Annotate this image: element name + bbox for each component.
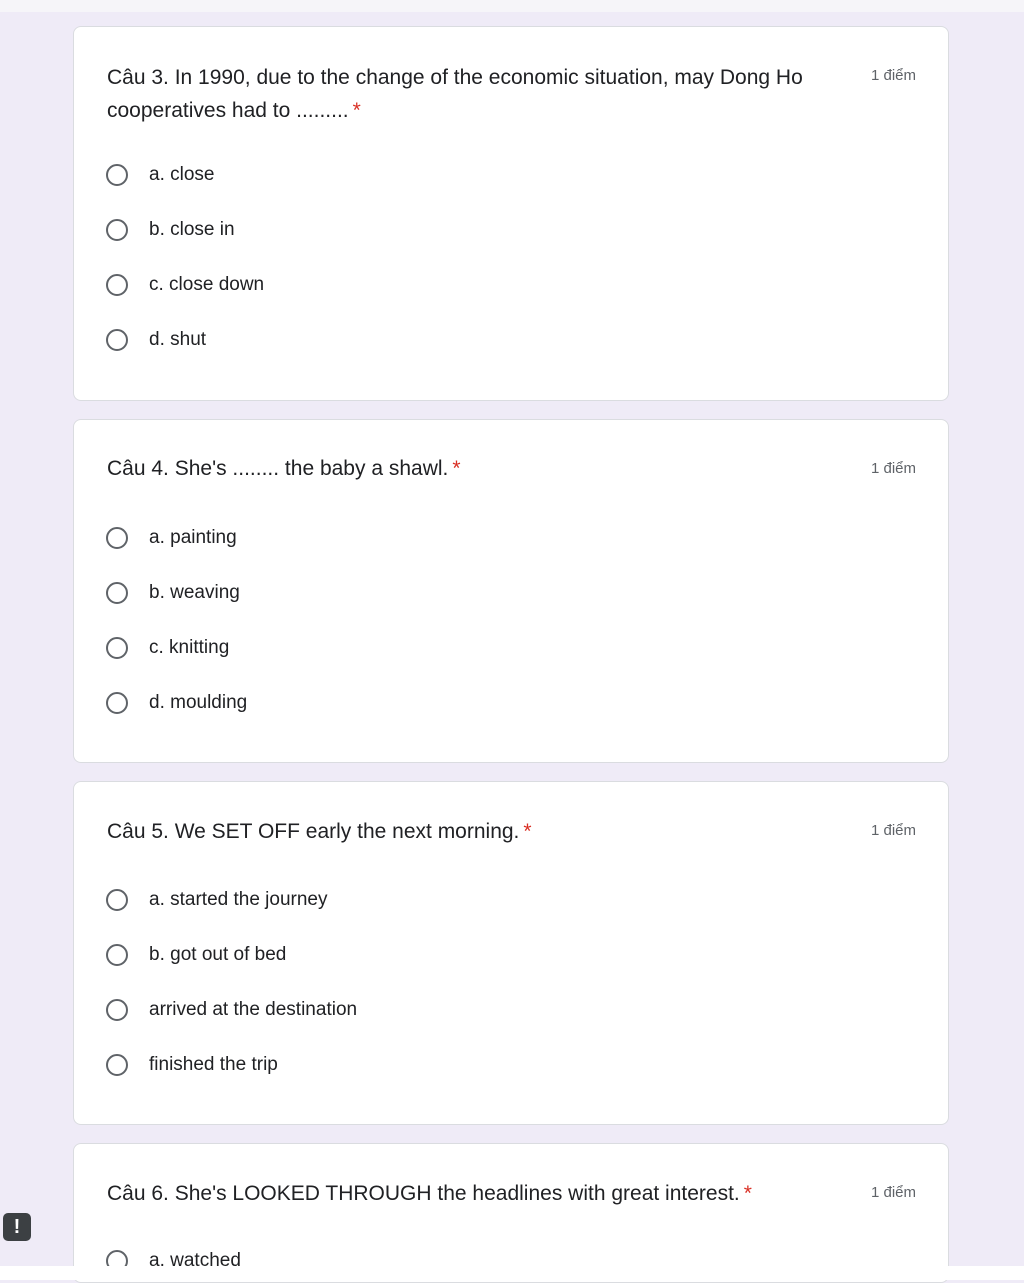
bottom-strip <box>0 1266 1024 1280</box>
option-label: c. knitting <box>149 637 230 658</box>
radio-circle-icon[interactable] <box>106 329 128 351</box>
option-radio[interactable]: a. close <box>106 160 214 190</box>
question-text: Câu 6. She's LOOKED THROUGH the headline… <box>107 1182 740 1205</box>
option-radio[interactable]: d. moulding <box>106 688 247 718</box>
radio-circle-icon[interactable] <box>106 274 128 296</box>
option-label: a. close <box>149 164 215 185</box>
exclamation-icon[interactable]: ! <box>3 1213 31 1241</box>
option-radio[interactable]: c. close down <box>106 270 264 300</box>
top-strip <box>0 0 1024 12</box>
required-asterisk: * <box>743 1182 752 1205</box>
points-label: 1 điểm <box>870 67 916 84</box>
points-label: 1 điểm <box>870 460 916 477</box>
required-asterisk: * <box>452 457 461 480</box>
radio-circle-icon[interactable] <box>106 889 128 911</box>
question-card-3: Câu 3. In 1990, due to the change of the… <box>73 26 949 401</box>
question-title: Câu 6. She's LOOKED THROUGH the headline… <box>107 1177 852 1210</box>
option-label: a. started the journey <box>149 889 328 910</box>
option-label: b. got out of bed <box>149 944 287 965</box>
option-label: c. close down <box>149 274 265 295</box>
question-title: Câu 3. In 1990, due to the change of the… <box>107 61 852 127</box>
question-card-5: Câu 5. We SET OFF early the next morning… <box>73 781 949 1125</box>
option-radio[interactable]: a. started the journey <box>106 885 328 915</box>
option-radio[interactable]: b. close in <box>106 215 235 245</box>
question-text: Câu 5. We SET OFF early the next morning… <box>107 820 520 843</box>
points-label: 1 điểm <box>870 1184 916 1201</box>
radio-circle-icon[interactable] <box>106 637 128 659</box>
radio-circle-icon[interactable] <box>106 582 128 604</box>
option-label: d. shut <box>149 329 207 350</box>
option-radio[interactable]: finished the trip <box>106 1050 278 1080</box>
radio-circle-icon[interactable] <box>106 164 128 186</box>
question-title: Câu 4. She's ........ the baby a shawl. * <box>107 452 852 485</box>
question-card-4: Câu 4. She's ........ the baby a shawl. *… <box>73 419 949 763</box>
option-radio[interactable]: c. knitting <box>106 633 229 663</box>
radio-circle-icon[interactable] <box>106 944 128 966</box>
required-asterisk: * <box>523 820 532 843</box>
option-label: arrived at the destination <box>149 999 358 1020</box>
question-card-6: Câu 6. She's LOOKED THROUGH the headline… <box>73 1143 949 1283</box>
option-label: b. close in <box>149 219 235 240</box>
option-label: b. weaving <box>149 582 240 603</box>
radio-circle-icon[interactable] <box>106 999 128 1021</box>
option-label: finished the trip <box>149 1054 278 1075</box>
radio-circle-icon[interactable] <box>106 1054 128 1076</box>
option-label: d. moulding <box>149 692 248 713</box>
radio-circle-icon[interactable] <box>106 692 128 714</box>
option-radio[interactable]: a. painting <box>106 523 237 553</box>
required-asterisk: * <box>352 99 361 122</box>
option-radio[interactable]: d. shut <box>106 325 206 355</box>
points-label: 1 điểm <box>870 822 916 839</box>
option-label: a. painting <box>149 527 237 548</box>
option-radio[interactable]: b. weaving <box>106 578 240 608</box>
option-radio[interactable]: arrived at the destination <box>106 995 357 1025</box>
radio-circle-icon[interactable] <box>106 527 128 549</box>
question-title: Câu 5. We SET OFF early the next morning… <box>107 815 852 848</box>
question-text: Câu 4. She's ........ the baby a shawl. <box>107 457 449 480</box>
radio-circle-icon[interactable] <box>106 219 128 241</box>
question-text: Câu 3. In 1990, due to the change of the… <box>107 66 803 122</box>
option-radio[interactable]: b. got out of bed <box>106 940 286 970</box>
